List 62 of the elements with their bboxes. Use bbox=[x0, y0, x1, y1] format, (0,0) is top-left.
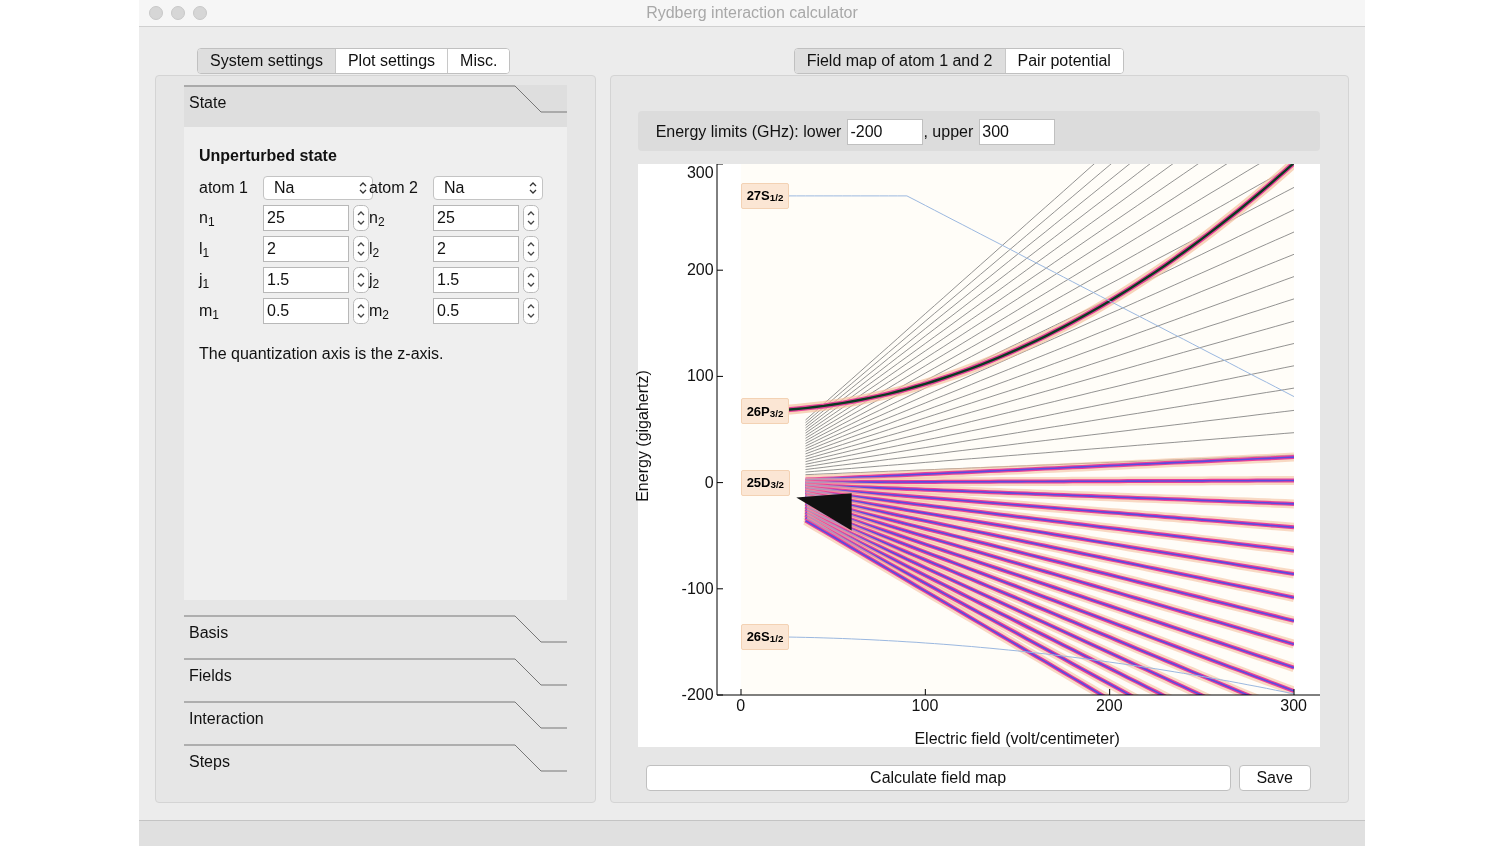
number-field[interactable]: 2 bbox=[433, 236, 519, 262]
field-label: n$_{1}$ bbox=[199, 208, 216, 230]
save-button[interactable]: Save bbox=[1238, 765, 1311, 791]
section-header[interactable]: Steps bbox=[184, 744, 567, 787]
calculate-button[interactable]: Calculate field map bbox=[645, 765, 1231, 791]
number-field[interactable]: 25 bbox=[263, 205, 349, 231]
axis-title: Energy (gigahertz) bbox=[632, 370, 652, 502]
field-label: j$_{2}$ bbox=[369, 270, 381, 292]
section-heading: Unperturbed state bbox=[199, 146, 338, 166]
stepper-arrows[interactable] bbox=[353, 298, 369, 324]
field-label: m$_{2}$ bbox=[369, 301, 390, 323]
field-label: , upper bbox=[923, 122, 974, 142]
window-title: Rydberg interaction calculator bbox=[646, 3, 858, 23]
tick-label: 300 bbox=[686, 164, 714, 182]
number-field[interactable]: 0.5 bbox=[433, 298, 519, 324]
tick-label: 300 bbox=[1280, 697, 1307, 715]
upper-field[interactable]: 300 bbox=[979, 119, 1056, 145]
tab[interactable]: System settings bbox=[198, 49, 335, 73]
axis-title: Electric field (volt/centimeter) bbox=[914, 729, 1120, 749]
stepper-arrows[interactable] bbox=[523, 236, 539, 262]
lower-field[interactable]: -200 bbox=[847, 119, 924, 145]
section-header[interactable]: Fields bbox=[184, 658, 567, 701]
info-text: The quantization axis is the z-axis. bbox=[199, 344, 445, 364]
tick-label: 200 bbox=[1095, 697, 1123, 715]
section-header[interactable]: Basis bbox=[184, 615, 567, 658]
tick-label: 100 bbox=[686, 367, 714, 386]
field-label: atom 1 bbox=[199, 178, 249, 198]
updown-icon bbox=[358, 180, 368, 196]
section-header[interactable]: State bbox=[184, 85, 567, 127]
field-label: l$_{1}$ bbox=[199, 239, 211, 261]
stepper-arrows[interactable] bbox=[353, 236, 369, 262]
tab[interactable]: Pair potential bbox=[1004, 49, 1123, 73]
field-label: j$_{1}$ bbox=[199, 270, 211, 292]
stepper-arrows[interactable] bbox=[353, 205, 369, 231]
tab[interactable]: Field map of atom 1 and 2 bbox=[794, 49, 1005, 73]
section-header[interactable]: Interaction bbox=[184, 701, 567, 744]
tick-label: -200 bbox=[681, 686, 714, 704]
number-field[interactable]: 2 bbox=[263, 236, 349, 262]
stepper-arrows[interactable] bbox=[523, 205, 539, 231]
number-field[interactable]: 0.5 bbox=[263, 298, 349, 324]
state-label: 26S$_{1/2}$ bbox=[740, 623, 790, 650]
tick-label: -100 bbox=[681, 579, 714, 598]
field-label: n$_{2}$ bbox=[369, 208, 386, 230]
number-field[interactable]: 1.5 bbox=[433, 267, 519, 293]
state-label: 26P$_{3/2}$ bbox=[740, 398, 790, 425]
stepper-arrows[interactable] bbox=[353, 267, 369, 293]
atom-select[interactable]: Na bbox=[433, 176, 543, 200]
number-field[interactable]: 1.5 bbox=[263, 267, 349, 293]
number-field[interactable]: 25 bbox=[433, 205, 519, 231]
field-label: l$_{2}$ bbox=[369, 239, 381, 261]
tick-label: 0 bbox=[736, 697, 746, 715]
field-label: Energy limits (GHz): lower bbox=[655, 122, 842, 142]
tick-label: 100 bbox=[911, 697, 939, 715]
field-label: m$_{1}$ bbox=[199, 301, 220, 323]
tick-label: 200 bbox=[686, 261, 714, 280]
tick-label: 0 bbox=[704, 473, 714, 492]
stepper-arrows[interactable] bbox=[523, 298, 539, 324]
stepper-arrows[interactable] bbox=[523, 267, 539, 293]
state-label: 25D$_{3/2}$ bbox=[740, 469, 791, 496]
tab[interactable]: Misc. bbox=[447, 49, 510, 73]
updown-icon bbox=[528, 180, 538, 196]
state-label: 27S$_{1/2}$ bbox=[740, 182, 790, 209]
